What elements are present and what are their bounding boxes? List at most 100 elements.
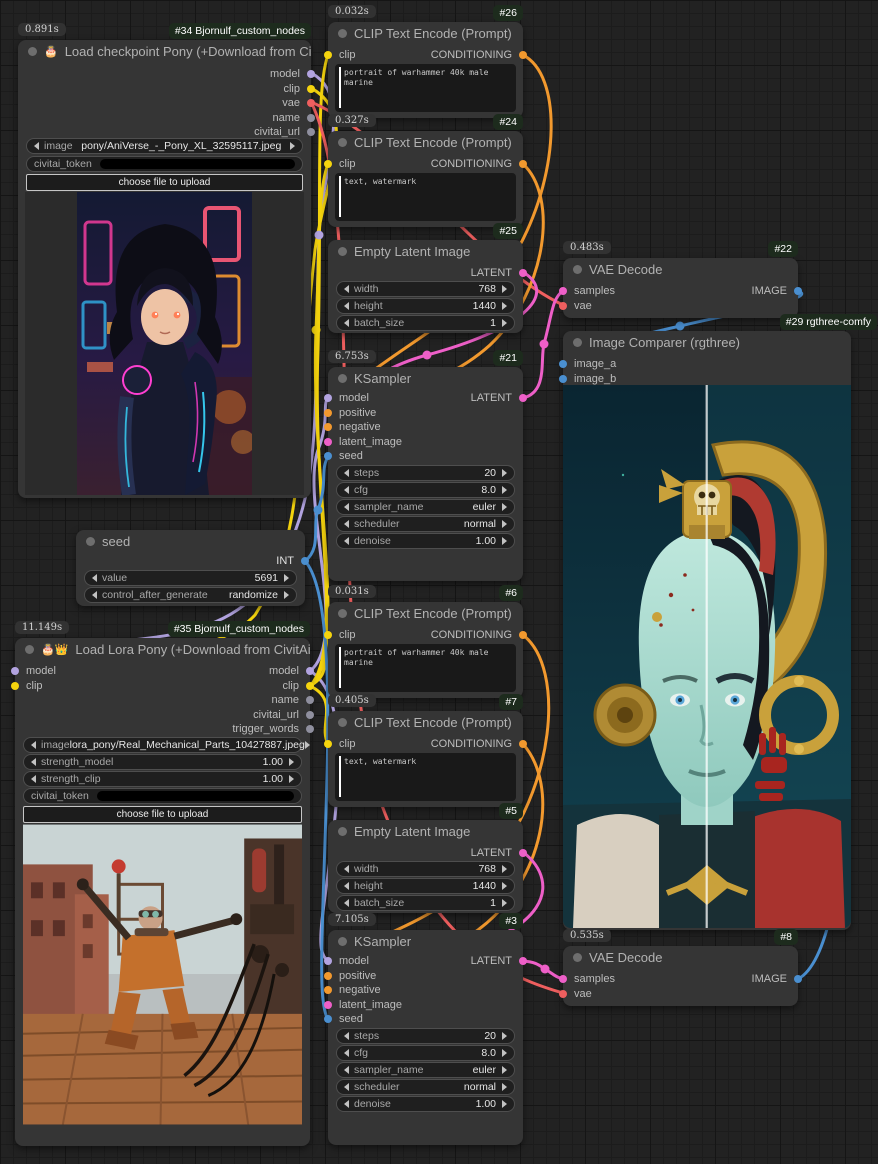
seed-input-slot[interactable] [324, 1015, 332, 1023]
reroute-dot[interactable] [312, 326, 321, 335]
reroute-dot[interactable] [423, 351, 432, 360]
node-title-bar[interactable]: Image Comparer (rgthree) [563, 331, 851, 353]
node-vae-decode[interactable]: 0.483s #22 VAE Decode samples vae IMAGE [563, 258, 798, 318]
image-combo-widget[interactable]: image pony/AniVerse_-_Pony_XL_32595117.j… [26, 138, 303, 154]
decrement-arrow-icon[interactable] [92, 574, 97, 582]
reroute-dot[interactable] [540, 340, 549, 349]
collapse-dot-icon[interactable] [338, 374, 347, 383]
decrement-arrow-icon[interactable] [344, 865, 349, 873]
reroute-dot[interactable] [676, 322, 685, 331]
civitai-token-widget[interactable]: civitai_token [23, 788, 302, 804]
negative-input-slot[interactable] [324, 986, 332, 994]
decrement-arrow-icon[interactable] [31, 775, 36, 783]
node-title-bar[interactable]: CLIP Text Encode (Prompt) [328, 602, 523, 624]
node-title-bar[interactable]: CLIP Text Encode (Prompt) [328, 22, 523, 44]
steps-widget[interactable]: steps 20 [336, 1028, 515, 1044]
cfg-widget[interactable]: cfg 8.0 [336, 482, 515, 498]
node-ksampler[interactable]: 6.753s #21 KSampler model positive negat… [328, 367, 523, 581]
batch-size-widget[interactable]: batch_size 1 [336, 895, 515, 911]
node-clip-text-encode[interactable]: 0.405s #7 CLIP Text Encode (Prompt) clip… [328, 711, 523, 807]
increment-arrow-icon[interactable] [502, 469, 507, 477]
masked-token-field[interactable] [97, 791, 294, 801]
decrement-arrow-icon[interactable] [344, 302, 349, 310]
decrement-arrow-icon[interactable] [344, 1100, 349, 1108]
decrement-arrow-icon[interactable] [344, 1032, 349, 1040]
collapse-dot-icon[interactable] [573, 265, 582, 274]
collapse-dot-icon[interactable] [86, 537, 95, 546]
negative-input-slot[interactable] [324, 423, 332, 431]
reroute-dot[interactable] [315, 231, 324, 240]
increment-arrow-icon[interactable] [502, 486, 507, 494]
positive-input-slot[interactable] [324, 409, 332, 417]
node-empty-latent-image[interactable]: #5 Empty Latent Image LATENT width 768 h… [328, 820, 523, 913]
image-b-input-slot[interactable] [559, 375, 567, 383]
decrement-arrow-icon[interactable] [344, 899, 349, 907]
collapse-dot-icon[interactable] [338, 609, 347, 618]
decrement-arrow-icon[interactable] [344, 319, 349, 327]
node-title-bar[interactable]: CLIP Text Encode (Prompt) [328, 131, 523, 153]
node-title-bar[interactable]: 🎂👑 Load Lora Pony (+Download from CivitA… [15, 638, 310, 660]
upload-button[interactable]: choose file to upload [26, 174, 303, 191]
increment-arrow-icon[interactable] [284, 591, 289, 599]
positive-input-slot[interactable] [324, 972, 332, 980]
decrement-arrow-icon[interactable] [344, 486, 349, 494]
upload-button[interactable]: choose file to upload [23, 806, 302, 823]
latent-image-input-slot[interactable] [324, 438, 332, 446]
comparer-slider-line[interactable] [706, 385, 708, 928]
increment-arrow-icon[interactable] [502, 865, 507, 873]
collapse-dot-icon[interactable] [338, 247, 347, 256]
node-title-bar[interactable]: KSampler [328, 367, 523, 389]
decrement-arrow-icon[interactable] [344, 537, 349, 545]
node-title-bar[interactable]: VAE Decode [563, 946, 798, 968]
collapse-dot-icon[interactable] [573, 953, 582, 962]
image-combo-widget[interactable]: image lora_pony/Real_Mechanical_Parts_10… [23, 737, 302, 753]
steps-widget[interactable]: steps 20 [336, 465, 515, 481]
node-ksampler[interactable]: 7.105s #3 KSampler model positive negati… [328, 930, 523, 1145]
decrement-arrow-icon[interactable] [34, 142, 39, 150]
increment-arrow-icon[interactable] [284, 574, 289, 582]
increment-arrow-icon[interactable] [502, 520, 507, 528]
node-title-bar[interactable]: KSampler [328, 930, 523, 952]
increment-arrow-icon[interactable] [502, 285, 507, 293]
prompt-textarea[interactable]: portrait of warhammer 40k male marine [335, 644, 516, 692]
decrement-arrow-icon[interactable] [31, 758, 36, 766]
node-image-comparer[interactable]: #29 rgthree-comfy Image Comparer (rgthre… [563, 331, 851, 930]
increment-arrow-icon[interactable] [502, 1100, 507, 1108]
strength-model-widget[interactable]: strength_model 1.00 [23, 754, 302, 770]
decrement-arrow-icon[interactable] [344, 520, 349, 528]
batch-size-widget[interactable]: batch_size 1 [336, 315, 515, 331]
clip-output-slot[interactable] [307, 85, 315, 93]
increment-arrow-icon[interactable] [502, 882, 507, 890]
node-graph-canvas[interactable]: 0.891s #34 Bjornulf_custom_nodes 🎂 Load … [0, 0, 878, 1164]
increment-arrow-icon[interactable] [289, 758, 294, 766]
node-load-checkpoint[interactable]: 0.891s #34 Bjornulf_custom_nodes 🎂 Load … [18, 40, 311, 498]
increment-arrow-icon[interactable] [502, 1066, 507, 1074]
increment-arrow-icon[interactable] [289, 775, 294, 783]
increment-arrow-icon[interactable] [305, 741, 310, 749]
civitai-url-output-slot[interactable] [306, 711, 314, 719]
increment-arrow-icon[interactable] [502, 1032, 507, 1040]
value-widget[interactable]: value 5691 [84, 570, 297, 586]
image-comparer-viewport[interactable] [563, 385, 851, 928]
collapse-dot-icon[interactable] [28, 47, 37, 56]
node-clip-text-encode[interactable]: 0.031s #6 CLIP Text Encode (Prompt) clip… [328, 602, 523, 698]
height-widget[interactable]: height 1440 [336, 298, 515, 314]
vae-input-slot[interactable] [559, 302, 567, 310]
strength-clip-widget[interactable]: strength_clip 1.00 [23, 771, 302, 787]
denoise-widget[interactable]: denoise 1.00 [336, 533, 515, 549]
width-widget[interactable]: width 768 [336, 861, 515, 877]
increment-arrow-icon[interactable] [502, 302, 507, 310]
decrement-arrow-icon[interactable] [92, 591, 97, 599]
decrement-arrow-icon[interactable] [344, 469, 349, 477]
node-title-bar[interactable]: CLIP Text Encode (Prompt) [328, 711, 523, 733]
increment-arrow-icon[interactable] [502, 1049, 507, 1057]
masked-token-field[interactable] [100, 159, 295, 169]
decrement-arrow-icon[interactable] [344, 503, 349, 511]
decrement-arrow-icon[interactable] [31, 741, 36, 749]
scheduler-widget[interactable]: scheduler normal [336, 1079, 515, 1095]
vae-input-slot[interactable] [559, 990, 567, 998]
node-clip-text-encode[interactable]: 0.032s #26 CLIP Text Encode (Prompt) cli… [328, 22, 523, 118]
reroute-dot[interactable] [314, 506, 323, 515]
decrement-arrow-icon[interactable] [344, 1066, 349, 1074]
collapse-dot-icon[interactable] [573, 338, 582, 347]
